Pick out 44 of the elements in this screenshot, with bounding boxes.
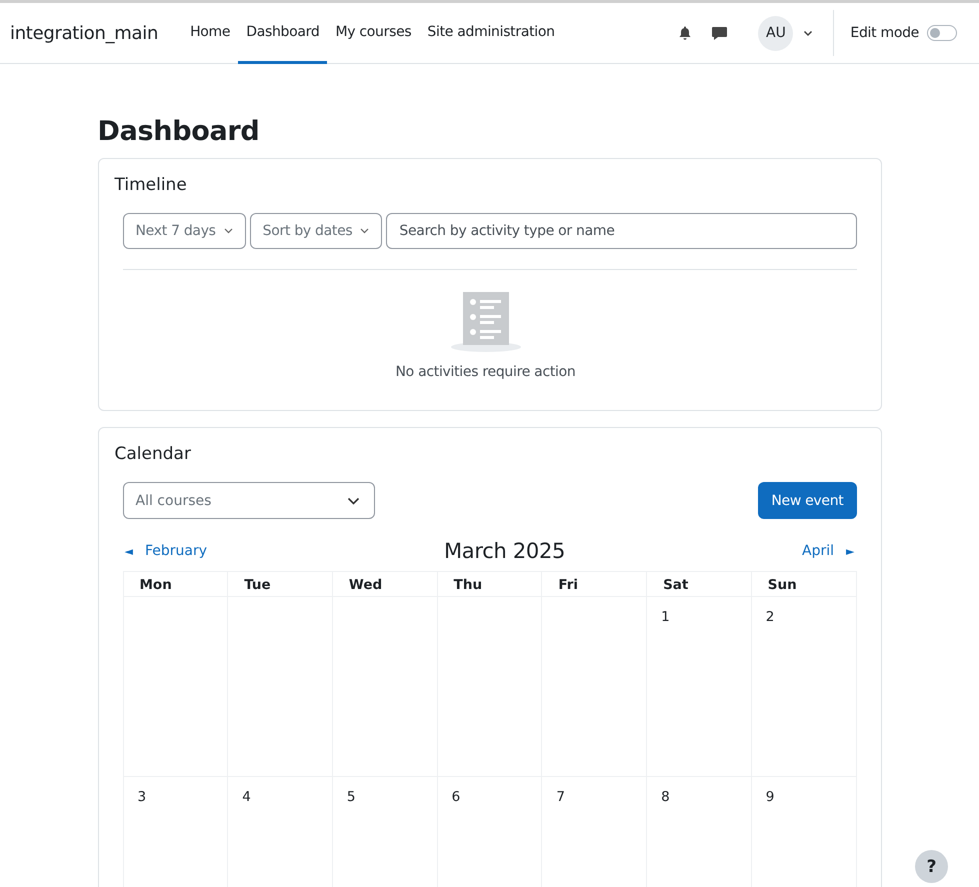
calendar-day-cell[interactable]: 2 [752, 597, 856, 777]
search-field[interactable]: Search by activity type or name [386, 213, 856, 249]
nav-link[interactable]: Home [182, 3, 238, 64]
course-select[interactable]: All courses [122, 482, 374, 519]
chat-icon[interactable] [711, 25, 728, 41]
month-title: March 2025 [444, 539, 566, 563]
filter-dropdown[interactable]: Sort by dates [250, 213, 382, 249]
page-title: Dashboard [98, 116, 260, 147]
nav-link[interactable]: My courses [327, 3, 420, 64]
calendar-day-cell[interactable]: 8 [647, 777, 752, 887]
calendar-day-cell[interactable]: 3 [124, 777, 228, 887]
weekday-header: Fri [542, 572, 648, 597]
filter-dropdown[interactable]: Next 7 days [122, 213, 246, 249]
previous-month-link[interactable]: ◄ February [122, 543, 208, 559]
next-month-link[interactable]: April ► [802, 543, 856, 559]
new-event-button[interactable]: New event [758, 482, 856, 519]
card-title: Timeline [114, 175, 188, 195]
weekday-header: Sat [647, 572, 752, 597]
calendar-day-cell[interactable]: 9 [752, 777, 856, 887]
chevron-down-icon [224, 228, 233, 234]
bell-icon[interactable] [677, 25, 694, 41]
nav-link[interactable]: Dashboard [238, 3, 328, 64]
edit-mode-label: Edit mode [850, 25, 919, 41]
calendar-day-cell[interactable]: 4 [228, 777, 333, 887]
site-name[interactable]: integration_main [10, 22, 158, 44]
calendar-day-cell[interactable]: 6 [438, 777, 542, 887]
user-avatar[interactable]: AU [758, 16, 794, 50]
empty-message: No activities require action [396, 364, 576, 380]
chevron-down-icon [346, 496, 360, 504]
weekday-header: Wed [332, 572, 438, 597]
weekday-header: Sun [752, 572, 856, 597]
edit-mode-toggle[interactable] [927, 25, 957, 41]
empty-list-icon [450, 292, 522, 352]
card-title: Calendar [114, 444, 192, 464]
calendar-day-cell[interactable]: 5 [332, 777, 438, 887]
calendar-day-cell[interactable]: 1 [647, 597, 752, 777]
chevron-down-icon[interactable] [803, 30, 814, 36]
calendar-day-cell[interactable]: 7 [542, 777, 648, 887]
weekday-header: Mon [124, 572, 228, 597]
weekday-header: Tue [228, 572, 333, 597]
weekday-header: Thu [438, 572, 542, 597]
chevron-down-icon [360, 228, 370, 234]
nav-link[interactable]: Site administration [419, 3, 563, 64]
help-button[interactable]: ? [915, 850, 948, 883]
